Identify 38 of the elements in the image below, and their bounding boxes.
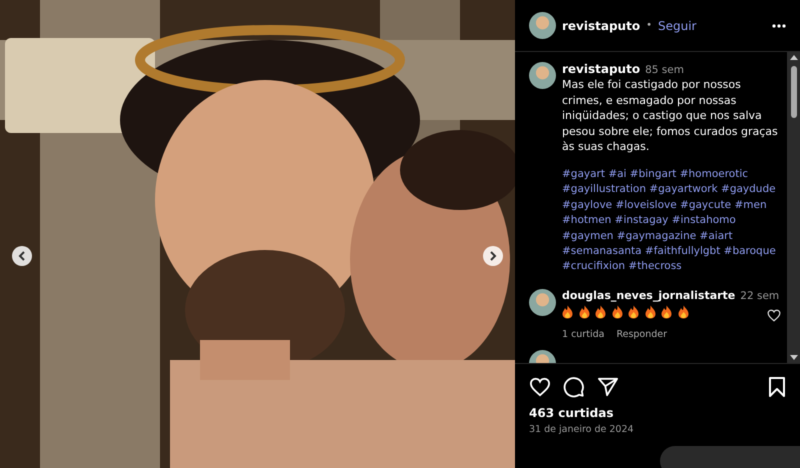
- hashtag-line[interactable]: #crucifixion #thecross: [562, 259, 787, 275]
- scrollbar[interactable]: [787, 52, 800, 363]
- post-date: 31 de janeiro de 2024: [529, 424, 635, 435]
- username[interactable]: revistaputo: [562, 62, 640, 76]
- chevron-left-icon: [18, 251, 26, 261]
- caption-text: Mas ele foi castigado por nossos crimes, e esmagado por nossas iniqüidades; o castigo que nos salva pesou sobre ele; fomos curados graças às suas chagas.: [562, 77, 779, 155]
- flame-icon: [678, 304, 688, 319]
- flame-icon: [628, 304, 639, 319]
- hashtag-line[interactable]: #gayart #ai #bingart #homoerotic: [562, 166, 787, 182]
- hashtag-line[interactable]: #semanasanta #faithfullylgbt #baroque: [562, 244, 787, 260]
- follow-link[interactable]: Seguir: [658, 18, 696, 32]
- comment-time: 22 sem: [740, 290, 780, 302]
- avatar[interactable]: [529, 12, 556, 39]
- flame-icon: [661, 304, 672, 319]
- reply-link[interactable]: Responder: [616, 328, 668, 340]
- hashtag-line[interactable]: #gayillustration #gayartwork #gaydude: [562, 182, 787, 198]
- avatar[interactable]: [529, 288, 556, 316]
- comment-icon[interactable]: [563, 376, 585, 398]
- avatar[interactable]: [529, 62, 556, 89]
- post-time: 85 sem: [645, 64, 684, 76]
- separator-dot: •: [646, 20, 652, 31]
- username[interactable]: douglas_neves_jornalistarte: [562, 288, 736, 302]
- username[interactable]: revistaputo: [562, 18, 640, 32]
- like-count: 1 curtida: [562, 328, 604, 340]
- flame-icon: [595, 304, 606, 319]
- flame-icon: [644, 304, 656, 319]
- more-icon[interactable]: [772, 24, 786, 28]
- hashtag-line[interactable]: #hotmen #instagay #instahomo: [562, 213, 787, 229]
- flame-icon: [612, 304, 622, 319]
- flame-icon: [562, 304, 573, 319]
- hashtag-line[interactable]: #gaylove #loveislove #gaycute #men: [562, 198, 787, 214]
- like-count[interactable]: 463 curtidas: [529, 406, 786, 420]
- send-icon[interactable]: [597, 377, 619, 397]
- flame-icon: [578, 304, 590, 319]
- hashtag-line[interactable]: #gaymen #gaymagazine #aiart: [562, 228, 787, 244]
- bookmark-icon[interactable]: [768, 377, 786, 397]
- heart-icon[interactable]: [767, 308, 781, 322]
- chevron-right-icon: [489, 251, 497, 261]
